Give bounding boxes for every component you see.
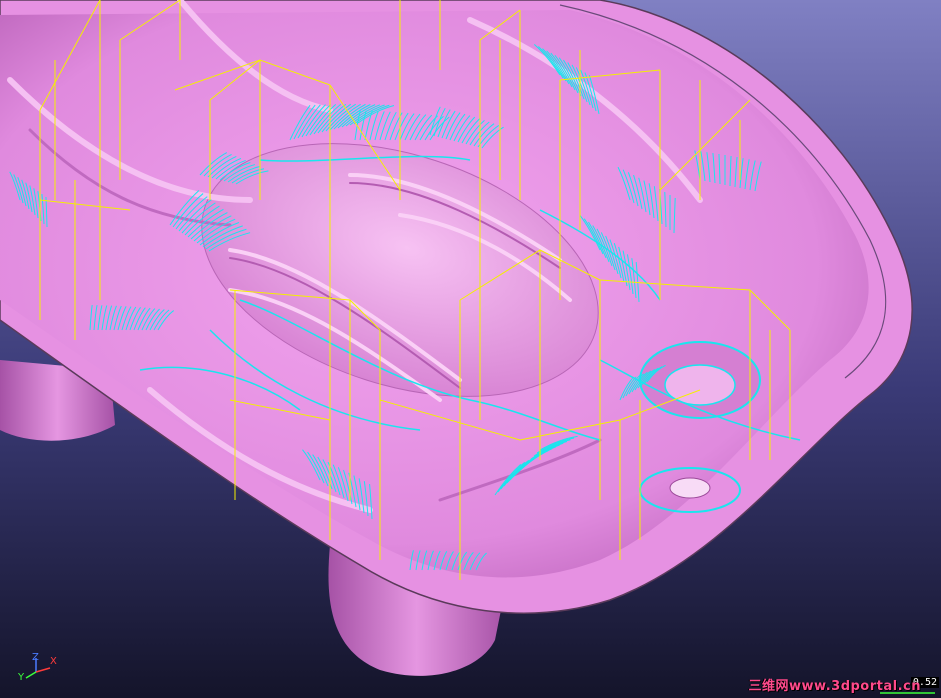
3d-viewport[interactable]: Z X Y bbox=[0, 0, 941, 698]
axis-y-label: Y bbox=[18, 672, 25, 683]
viewport-canvas[interactable] bbox=[0, 0, 941, 698]
axis-z-label: Z bbox=[32, 652, 39, 663]
watermark: 三维网www.3dportal.cn bbox=[748, 679, 921, 694]
axis-x-label: X bbox=[50, 656, 57, 667]
